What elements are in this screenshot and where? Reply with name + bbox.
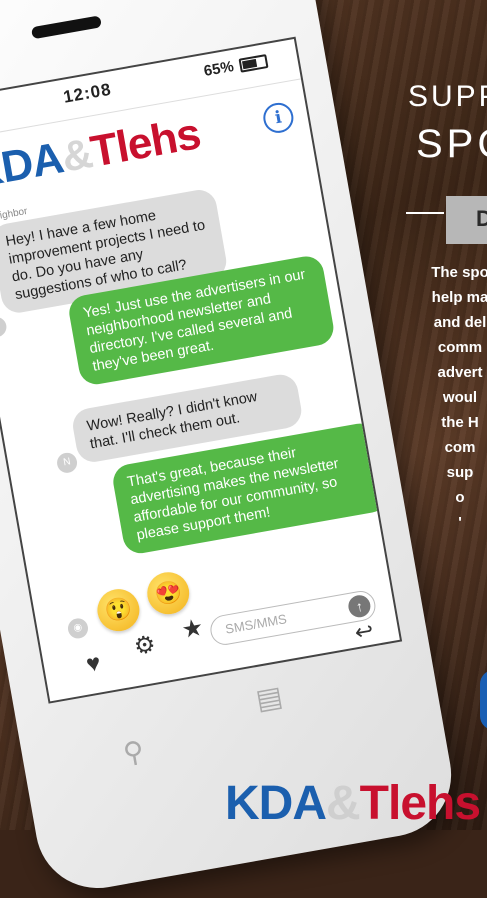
- bottom-logo-tlehs: Tlehs: [359, 777, 481, 830]
- send-arrow-icon[interactable]: ↑: [346, 593, 373, 619]
- app-logo: KDA&Tlehs: [0, 109, 204, 198]
- panel-rule: [406, 212, 444, 214]
- status-time: 12:08: [61, 79, 113, 107]
- logo-kda: KDA: [0, 133, 67, 198]
- heart-icon[interactable]: ♥: [84, 649, 103, 679]
- battery-icon: [238, 54, 269, 73]
- emoji-heart-eyes[interactable]: 😍: [143, 568, 193, 618]
- bottom-logo: KDA&Tlehs: [225, 776, 481, 831]
- magnifier-icon[interactable]: ⚲: [121, 734, 147, 770]
- star-icon[interactable]: ★: [179, 613, 206, 645]
- panel-heading-1: SUPP: [408, 80, 487, 113]
- sms-input[interactable]: SMS/MMS ↑: [208, 588, 378, 648]
- panel-box: D: [446, 196, 487, 244]
- phone-speaker: [30, 15, 102, 40]
- undo-icon[interactable]: ↩: [353, 617, 376, 646]
- info-icon[interactable]: i: [260, 100, 296, 136]
- sms-placeholder: SMS/MMS: [224, 611, 288, 637]
- bottom-logo-kda: KDA: [225, 777, 327, 830]
- bottom-logo-ampersand: &: [326, 777, 361, 830]
- gear-icon[interactable]: ⚙: [132, 629, 158, 661]
- camera-icon[interactable]: ◉: [66, 616, 90, 641]
- status-battery: 65%: [203, 52, 269, 80]
- avatar: N: [0, 315, 8, 339]
- notepad-icon[interactable]: ▤: [253, 679, 285, 716]
- avatar: N: [55, 451, 79, 475]
- emoji-shocked[interactable]: 😲: [94, 585, 143, 635]
- phone-screen: 12:08 65% KDA&Tlehs i Neighbor Hey! I ha…: [0, 36, 403, 704]
- battery-percent: 65%: [202, 58, 236, 80]
- logo-tlehs: Tlehs: [86, 109, 204, 177]
- panel-heading-2: SPC: [416, 122, 487, 166]
